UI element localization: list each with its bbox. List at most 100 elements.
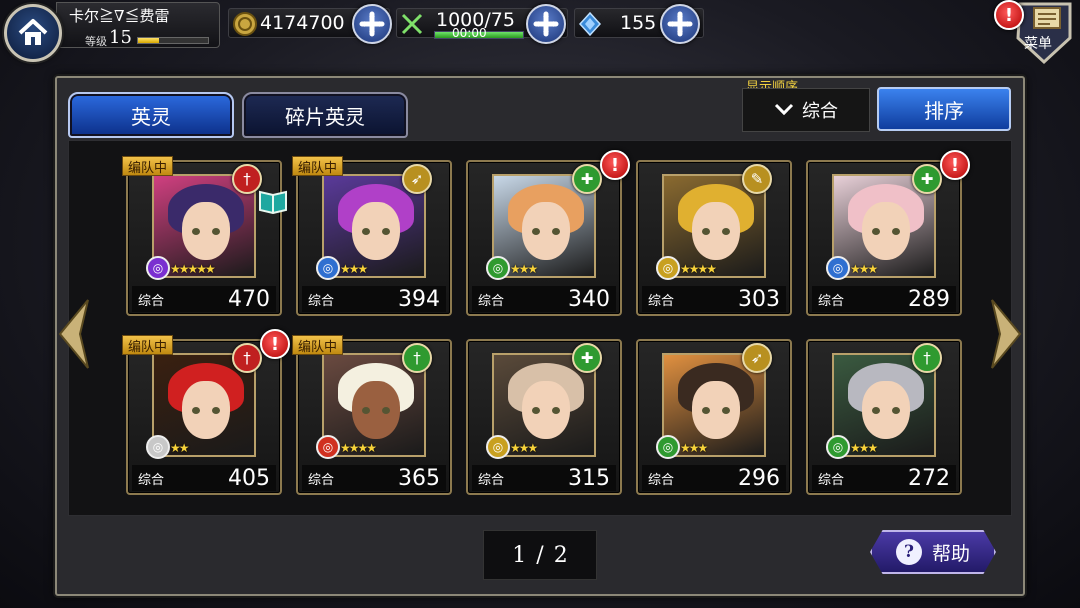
element-icon: ◎ <box>486 256 510 280</box>
add-gold-button[interactable] <box>352 4 392 44</box>
add-gem-button[interactable] <box>660 4 700 44</box>
hero-stat-bar: 综合 470 <box>132 286 276 312</box>
alert-icon: ! <box>940 150 970 180</box>
hero-card[interactable]: † ◎ ★★★★ 综合 365 编队中 <box>292 335 452 495</box>
stat-value: 272 <box>908 465 950 491</box>
star-rating: ★★★ <box>340 262 368 276</box>
hero-stat-bar: 综合 289 <box>812 286 956 312</box>
in-party-badge: 编队中 <box>292 156 344 176</box>
sort-button-label: 排序 <box>924 98 964 123</box>
stat-label: 综合 <box>308 293 335 309</box>
top-bar: 卡尔≧∇≦费雷 等级 15 4174700 1000/75 00:00 155 <box>0 0 1080 52</box>
hero-stat-bar: 综合 272 <box>812 465 956 491</box>
stat-label: 综合 <box>138 472 165 488</box>
element-icon: ◎ <box>316 435 340 459</box>
stat-value: 340 <box>568 286 610 312</box>
tab-hero-shards[interactable]: 碎片英灵 <box>242 92 408 138</box>
player-name: 卡尔≧∇≦费雷 <box>69 7 170 25</box>
hero-card[interactable]: † ◎ ★★ 综合 405 编队中! <box>122 329 290 495</box>
hero-face <box>692 202 740 260</box>
menu-button[interactable]: ! 菜单 <box>990 0 1078 66</box>
stat-label: 综合 <box>478 472 505 488</box>
player-profile[interactable]: 卡尔≧∇≦费雷 等级 15 <box>56 2 220 48</box>
hero-face <box>862 202 910 260</box>
stat-value: 405 <box>228 465 270 491</box>
stat-value: 303 <box>738 286 780 312</box>
sort-order-select[interactable]: 综合 <box>742 88 870 132</box>
hero-eye <box>892 228 900 235</box>
stat-label: 综合 <box>138 293 165 309</box>
role-sword-icon: † <box>402 343 432 373</box>
add-stamina-button[interactable] <box>526 4 566 44</box>
element-icon: ◎ <box>656 256 680 280</box>
exp-bar <box>137 37 209 44</box>
hero-eye <box>722 407 730 414</box>
stat-value: 296 <box>738 465 780 491</box>
hero-eye <box>382 228 390 235</box>
tab-hero-shards-label: 碎片英灵 <box>285 104 365 129</box>
tab-heroes[interactable]: 英灵 <box>68 92 234 138</box>
home-icon <box>18 19 48 45</box>
total-pages: 2 <box>553 542 568 568</box>
arrow-left-icon <box>58 299 89 369</box>
alert-icon: ! <box>600 150 630 180</box>
next-page-arrow[interactable] <box>988 296 1024 372</box>
prev-page-arrow[interactable] <box>56 296 92 372</box>
hero-eye <box>532 228 540 235</box>
stat-value: 394 <box>398 286 440 312</box>
element-icon: ◎ <box>316 256 340 280</box>
stat-label: 综合 <box>478 293 505 309</box>
star-rating: ★★★ <box>850 441 878 455</box>
stat-label: 综合 <box>648 472 675 488</box>
hero-eye <box>382 407 390 414</box>
hero-eye <box>362 407 370 414</box>
level-label: 等级 <box>85 35 107 48</box>
sort-order-value: 综合 <box>802 101 838 122</box>
help-button-label: 帮助 <box>931 542 970 565</box>
hero-face <box>862 381 910 439</box>
gem-counter: 155 <box>574 4 704 44</box>
in-party-badge: 编队中 <box>122 156 174 176</box>
hero-card[interactable]: ➶ ◎ ★★★ 综合 296 <box>636 339 792 495</box>
stat-label: 综合 <box>308 472 335 488</box>
hero-card[interactable]: † ◎ ★★★★★ 综合 470 编队中 <box>122 156 287 316</box>
role-sword-red-icon: † <box>232 343 262 373</box>
player-level: 15 <box>109 27 132 48</box>
hero-card[interactable]: ✎ ◎ ★★★★ 综合 303 <box>636 160 792 316</box>
star-rating: ★★★ <box>850 262 878 276</box>
role-bow-icon: ➶ <box>402 164 432 194</box>
exp-bar-fill <box>138 38 159 43</box>
role-wand-icon: ✎ <box>742 164 772 194</box>
hero-card[interactable]: ✚ ◎ ★★★ 综合 289! <box>806 150 970 316</box>
stamina-counter: 1000/75 00:00 <box>396 4 568 44</box>
hero-eye <box>362 228 370 235</box>
hero-eye <box>702 228 710 235</box>
stamina-timer: 00:00 <box>452 26 487 40</box>
hero-face <box>522 202 570 260</box>
hero-eye <box>702 407 710 414</box>
chevron-down-icon <box>774 103 794 116</box>
book-icon <box>259 190 287 214</box>
question-icon: ? <box>895 539 922 565</box>
hero-card[interactable]: † ◎ ★★★ 综合 272 <box>806 339 962 495</box>
help-button[interactable]: ? 帮助 <box>870 530 996 574</box>
role-heal-icon: ✚ <box>572 343 602 373</box>
stat-value: 289 <box>908 286 950 312</box>
role-bow-icon: ➶ <box>742 343 772 373</box>
hero-card[interactable]: ➶ ◎ ★★★ 综合 394 编队中 <box>292 156 452 316</box>
hero-card[interactable]: ✚ ◎ ★★★ 综合 340! <box>466 150 630 316</box>
stat-value: 315 <box>568 465 610 491</box>
element-icon: ◎ <box>146 435 170 459</box>
hero-eye <box>872 228 880 235</box>
hero-face <box>522 381 570 439</box>
hero-stat-bar: 综合 394 <box>302 286 446 312</box>
star-rating: ★★★ <box>510 441 538 455</box>
home-button[interactable] <box>4 4 62 62</box>
hero-card[interactable]: ✚ ◎ ★★★ 综合 315 <box>466 339 622 495</box>
alert-icon: ! <box>260 329 290 359</box>
plus-icon <box>533 11 559 37</box>
star-rating: ★★★ <box>510 262 538 276</box>
hero-eye <box>722 228 730 235</box>
hero-stat-bar: 综合 303 <box>642 286 786 312</box>
sort-button[interactable]: 排序 <box>877 87 1011 131</box>
